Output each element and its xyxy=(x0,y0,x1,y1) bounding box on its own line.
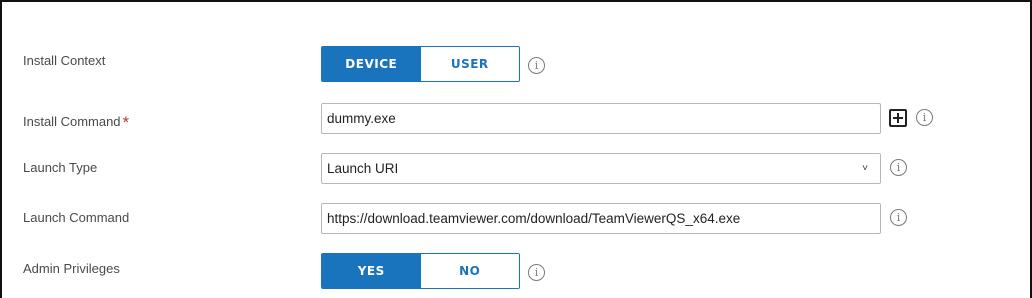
info-icon[interactable]: i xyxy=(528,57,545,74)
admin-privileges-label: Admin Privileges xyxy=(23,261,120,276)
admin-privileges-toggle: YES NO xyxy=(321,253,520,289)
launch-type-select[interactable]: Launch URI ˅ xyxy=(321,153,881,184)
add-command-button[interactable] xyxy=(889,109,907,127)
launch-command-input[interactable]: https://download.teamviewer.com/download… xyxy=(321,203,881,234)
launch-type-label: Launch Type xyxy=(23,160,98,175)
form-panel: Install Context DEVICE USER i Install Co… xyxy=(0,0,1032,298)
admin-privileges-no-option[interactable]: NO xyxy=(420,254,519,288)
install-command-label-text: Install Command xyxy=(23,114,121,129)
launch-command-label: Launch Command xyxy=(23,210,130,225)
install-context-device-option[interactable]: DEVICE xyxy=(322,47,421,81)
info-icon[interactable]: i xyxy=(890,209,907,226)
launch-type-value: Launch URI xyxy=(327,161,399,176)
info-icon[interactable]: i xyxy=(916,109,933,126)
plus-icon xyxy=(893,113,903,123)
install-context-user-option[interactable]: USER xyxy=(420,47,519,81)
info-icon[interactable]: i xyxy=(528,264,545,281)
install-command-label: Install Command * xyxy=(23,111,130,132)
install-command-input[interactable]: dummy.exe xyxy=(321,103,881,134)
install-context-toggle: DEVICE USER xyxy=(321,46,520,82)
install-context-label: Install Context xyxy=(23,53,106,68)
admin-privileges-yes-option[interactable]: YES xyxy=(322,254,421,288)
info-icon[interactable]: i xyxy=(890,159,907,176)
chevron-down-icon: ˅ xyxy=(862,163,868,174)
required-asterisk: * xyxy=(122,113,130,132)
